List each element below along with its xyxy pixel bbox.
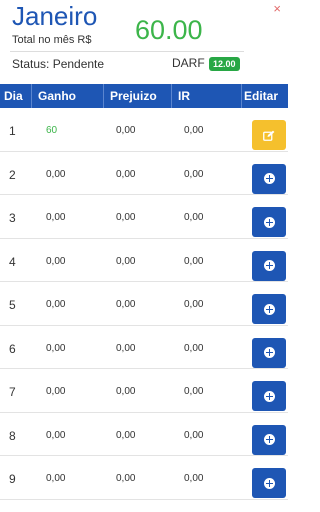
ir-cell: 0,00 <box>184 255 204 267</box>
ganho-cell: 0,00 <box>46 168 66 180</box>
ir-cell: 0,00 <box>184 342 204 354</box>
plus-circle-icon <box>263 173 275 184</box>
prejuizo-cell: 0,00 <box>116 168 136 180</box>
add-button[interactable] <box>252 337 286 368</box>
plus-circle-icon <box>263 477 275 489</box>
ganho-cell: 0,00 <box>46 212 66 223</box>
ganho-cell: 0,00 <box>46 299 66 310</box>
ir-cell: 0,00 <box>184 473 204 484</box>
add-button[interactable] <box>252 207 286 237</box>
add-button[interactable] <box>252 250 286 281</box>
ganho-cell: 0,00 <box>46 473 66 484</box>
ir-cell: 0,00 <box>184 429 204 441</box>
ganho-cell: 0,00 <box>46 386 66 397</box>
prejuizo-cell: 0,00 <box>116 299 136 310</box>
plus-circle-icon <box>263 390 275 402</box>
plus-circle-icon <box>263 347 275 358</box>
plus-circle-icon <box>263 303 275 315</box>
table-row: 5 0,00 0,00 0,00 <box>0 282 288 326</box>
add-button[interactable] <box>252 163 286 194</box>
edit-icon <box>263 130 275 141</box>
table-row: 1 60 0,00 0,00 <box>0 108 288 152</box>
table-row: 3 0,00 0,00 0,00 <box>0 195 288 239</box>
column-header-editar: Editar <box>244 89 279 103</box>
day-cell: 2 <box>9 167 16 182</box>
add-button[interactable] <box>252 381 286 411</box>
day-cell: 3 <box>9 211 16 225</box>
day-cell: 1 <box>9 124 16 138</box>
month-title: Janeiro <box>12 1 98 31</box>
darf-badge: 12.00 <box>209 57 240 71</box>
days-table-body: 1 60 0,00 0,00 2 0,00 0,00 0,00 3 0,00 0… <box>0 108 288 500</box>
prejuizo-cell: 0,00 <box>116 429 136 441</box>
total-value: 60.00 <box>135 15 203 45</box>
column-header-ir: IR <box>172 84 242 108</box>
table-header: Dia Ganho Prejuizo IR Editar <box>0 84 288 108</box>
table-row: 7 0,00 0,00 0,00 <box>0 369 288 413</box>
table-row: 2 0,00 0,00 0,00 <box>0 152 288 195</box>
table-row: 8 0,00 0,00 0,00 <box>0 413 288 456</box>
plus-circle-icon <box>263 216 275 228</box>
day-cell: 7 <box>9 385 16 399</box>
day-cell: 6 <box>9 341 16 356</box>
day-cell: 5 <box>9 298 16 312</box>
prejuizo-cell: 0,00 <box>116 212 136 223</box>
ganho-cell: 0,00 <box>46 255 66 267</box>
status-text: Status: Pendente <box>12 57 105 71</box>
plus-circle-icon <box>263 260 275 271</box>
add-button[interactable] <box>252 468 286 498</box>
ganho-cell: 60 <box>46 125 58 136</box>
prejuizo-cell: 0,00 <box>116 342 136 354</box>
ganho-cell: 0,00 <box>46 342 66 354</box>
table-row: 4 0,00 0,00 0,00 <box>0 239 288 282</box>
column-header-prejuizo: Prejuizo <box>104 84 172 108</box>
ir-cell: 0,00 <box>184 386 204 397</box>
plus-circle-icon <box>263 434 275 445</box>
table-row: 6 0,00 0,00 0,00 <box>0 326 288 369</box>
header-divider <box>10 51 244 52</box>
total-label: Total no mês R$ <box>12 34 92 46</box>
edit-button[interactable] <box>252 120 286 150</box>
day-cell: 4 <box>9 254 16 269</box>
add-button[interactable] <box>252 424 286 455</box>
ir-cell: 0,00 <box>184 299 204 310</box>
day-cell: 9 <box>9 472 16 486</box>
ir-cell: 0,00 <box>184 125 204 136</box>
prejuizo-cell: 0,00 <box>116 386 136 397</box>
prejuizo-cell: 0,00 <box>116 473 136 484</box>
ir-cell: 0,00 <box>184 212 204 223</box>
table-row: 9 0,00 0,00 0,00 <box>0 456 288 500</box>
prejuizo-cell: 0,00 <box>116 125 136 136</box>
month-summary-header: Janeiro Total no mês R$ 60.00 × Status: … <box>0 0 288 76</box>
ganho-cell: 0,00 <box>46 429 66 441</box>
day-cell: 8 <box>9 428 16 443</box>
column-header-ganho: Ganho <box>32 84 104 108</box>
ir-cell: 0,00 <box>184 168 204 180</box>
column-header-dia: Dia <box>0 84 32 108</box>
prejuizo-cell: 0,00 <box>116 255 136 267</box>
close-icon[interactable]: × <box>273 2 281 16</box>
darf-label: DARF <box>172 56 205 70</box>
add-button[interactable] <box>252 294 286 324</box>
